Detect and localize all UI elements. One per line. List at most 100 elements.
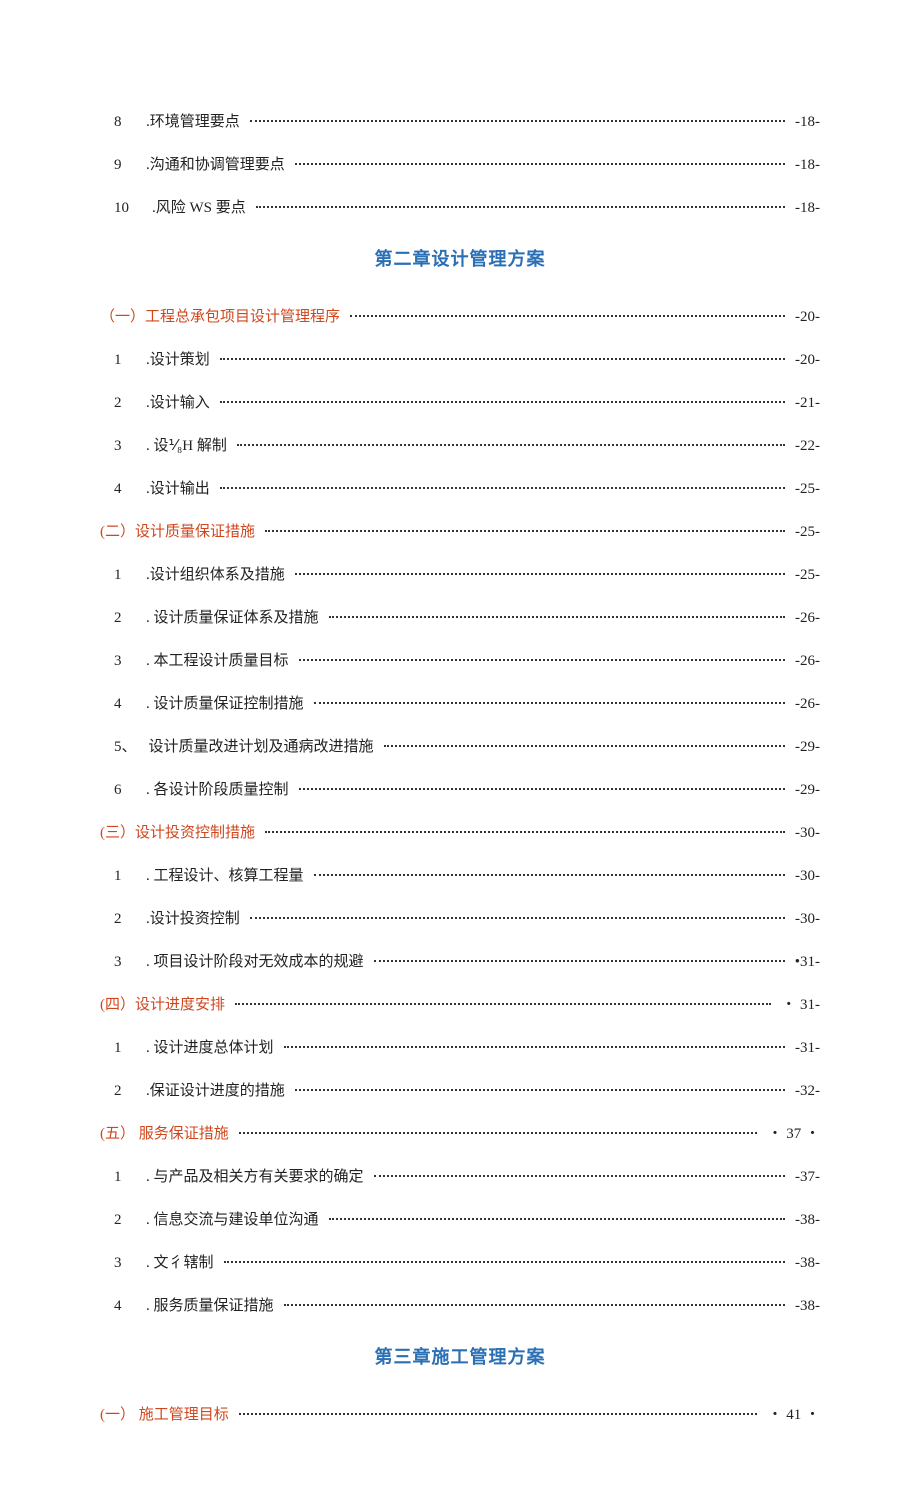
toc-page: -26- (789, 610, 820, 627)
toc-label: (二）设计质量保证措施 (100, 520, 261, 541)
toc-page: ・ 31- (775, 993, 820, 1014)
toc-item: 1.设计组织体系及措施-25- (100, 563, 820, 584)
toc-number: 9 (114, 157, 146, 174)
toc-page: -22- (789, 438, 820, 455)
toc-item: 2. 设计质量保证体系及措施-26- (100, 606, 820, 627)
toc-label: （一）工程总承包项目设计管理程序 (100, 305, 346, 326)
toc-label: . 设计质量保证体系及措施 (146, 606, 325, 627)
toc-label: (三）设计投资控制措施 (100, 821, 261, 842)
leader-dots (220, 358, 785, 360)
toc-label: . 设计质量保证控制措施 (146, 692, 310, 713)
toc-label: .设计策划 (146, 348, 216, 369)
leader-dots (329, 1218, 785, 1220)
toc-item: 4. 服务质量保证措施-38- (100, 1294, 820, 1315)
toc-label: .保证设计进度的措施 (146, 1079, 291, 1100)
leader-dots (299, 788, 785, 790)
leader-dots (329, 616, 785, 618)
leader-dots (295, 573, 785, 575)
leader-dots (239, 1413, 758, 1415)
toc-page: -29- (789, 739, 820, 756)
toc-page: -25- (789, 524, 820, 541)
leader-dots (235, 1003, 771, 1005)
chapter-title: 第三章施工管理方案 (100, 1343, 820, 1369)
toc-item: 1. 设计进度总体计划-31- (100, 1036, 820, 1057)
leader-dots (256, 206, 785, 208)
leader-dots (239, 1132, 758, 1134)
toc-label: .沟通和协调管理要点 (146, 153, 291, 174)
toc-number: 3 (114, 653, 146, 670)
toc-label: 设计质量改进计划及通病改进措施 (149, 735, 380, 756)
toc-item: 3. 设⅟₈H 解制-22- (100, 434, 820, 455)
toc-item: 10 .风险 WS 要点 -18- (100, 196, 820, 217)
leader-dots (220, 487, 785, 489)
toc-item: 4.设计输出-25- (100, 477, 820, 498)
toc-number: 5、 (114, 735, 149, 756)
toc-item: 2.设计投资控制-30- (100, 907, 820, 928)
toc-item: 3. 文彳辖制-38- (100, 1251, 820, 1272)
toc-item: （一）工程总承包项目设计管理程序 -20- (100, 305, 820, 326)
toc-number: 3 (114, 1255, 146, 1272)
toc-page: -21- (789, 395, 820, 412)
toc-label: . 设⅟₈H 解制 (146, 434, 233, 455)
toc-label: . 与产品及相关方有关要求的确定 (146, 1165, 370, 1186)
toc-page: -31- (789, 1040, 820, 1057)
chapter-title: 第二章设计管理方案 (100, 245, 820, 271)
toc-item: 2.保证设计进度的措施-32- (100, 1079, 820, 1100)
toc-item: 3. 项目设计阶段对无效成本的规避•31- (100, 950, 820, 971)
toc-page: ・ 37 ・ (761, 1122, 820, 1143)
toc-label: (一） 施工管理目标 (100, 1403, 235, 1424)
toc-label: . 各设计阶段质量控制 (146, 778, 295, 799)
toc-item: 3. 本工程设计质量目标-26- (100, 649, 820, 670)
toc-item: 8 .环境管理要点 -18- (100, 110, 820, 131)
toc-page: -30- (789, 825, 820, 842)
toc-number: 2 (114, 1212, 146, 1229)
toc-item: 1. 工程设计、核算工程量 -30- (100, 864, 820, 885)
toc-label: .风险 WS 要点 (152, 196, 252, 217)
leader-dots (250, 917, 785, 919)
toc-page: -25- (789, 567, 820, 584)
toc-number: 2 (114, 395, 146, 412)
toc-item: (二）设计质量保证措施 -25- (100, 520, 820, 541)
leader-dots (299, 659, 785, 661)
toc-page: -29- (789, 782, 820, 799)
leader-dots (224, 1261, 785, 1263)
toc-number: 6 (114, 782, 146, 799)
toc-number: 1 (114, 567, 146, 584)
toc-item: 1. 与产品及相关方有关要求的确定-37- (100, 1165, 820, 1186)
toc-page: -20- (789, 309, 820, 326)
leader-dots (374, 960, 785, 962)
leader-dots (265, 831, 785, 833)
toc-section: (一） 施工管理目标・ 41 ・ (100, 1403, 820, 1424)
leader-dots (295, 163, 785, 165)
leader-dots (284, 1304, 785, 1306)
toc-number: 1 (114, 1169, 146, 1186)
leader-dots (237, 444, 785, 446)
toc-label: . 服务质量保证措施 (146, 1294, 280, 1315)
toc-page: -26- (789, 653, 820, 670)
toc-number: 4 (114, 696, 146, 713)
toc-page: -38- (789, 1212, 820, 1229)
toc-page: -30- (789, 868, 820, 885)
toc-item: (一） 施工管理目标・ 41 ・ (100, 1403, 820, 1424)
toc-label: .环境管理要点 (146, 110, 246, 131)
leader-dots (374, 1175, 785, 1177)
toc-item: (三）设计投资控制措施 -30- (100, 821, 820, 842)
toc-number: 1 (114, 868, 146, 885)
toc-label: . 信息交流与建设单位沟通 (146, 1208, 325, 1229)
toc-label: (五） 服务保证措施 (100, 1122, 235, 1143)
leader-dots (220, 401, 785, 403)
toc-item: 4. 设计质量保证控制措施 -26- (100, 692, 820, 713)
leader-dots (350, 315, 785, 317)
toc-label: .设计输出 (146, 477, 216, 498)
toc-item: 6. 各设计阶段质量控制 -29- (100, 778, 820, 799)
toc-page: -25- (789, 481, 820, 498)
toc-label: . 工程设计、核算工程量 (146, 864, 310, 885)
toc-page: -26- (789, 696, 820, 713)
leader-dots (284, 1046, 785, 1048)
toc-label: . 项目设计阶段对无效成本的规避 (146, 950, 370, 971)
toc-number: 1 (114, 1040, 146, 1057)
toc-page: •31- (789, 954, 820, 971)
toc-page: -32- (789, 1083, 820, 1100)
toc-page: -18- (789, 114, 820, 131)
toc-page: -20- (789, 352, 820, 369)
